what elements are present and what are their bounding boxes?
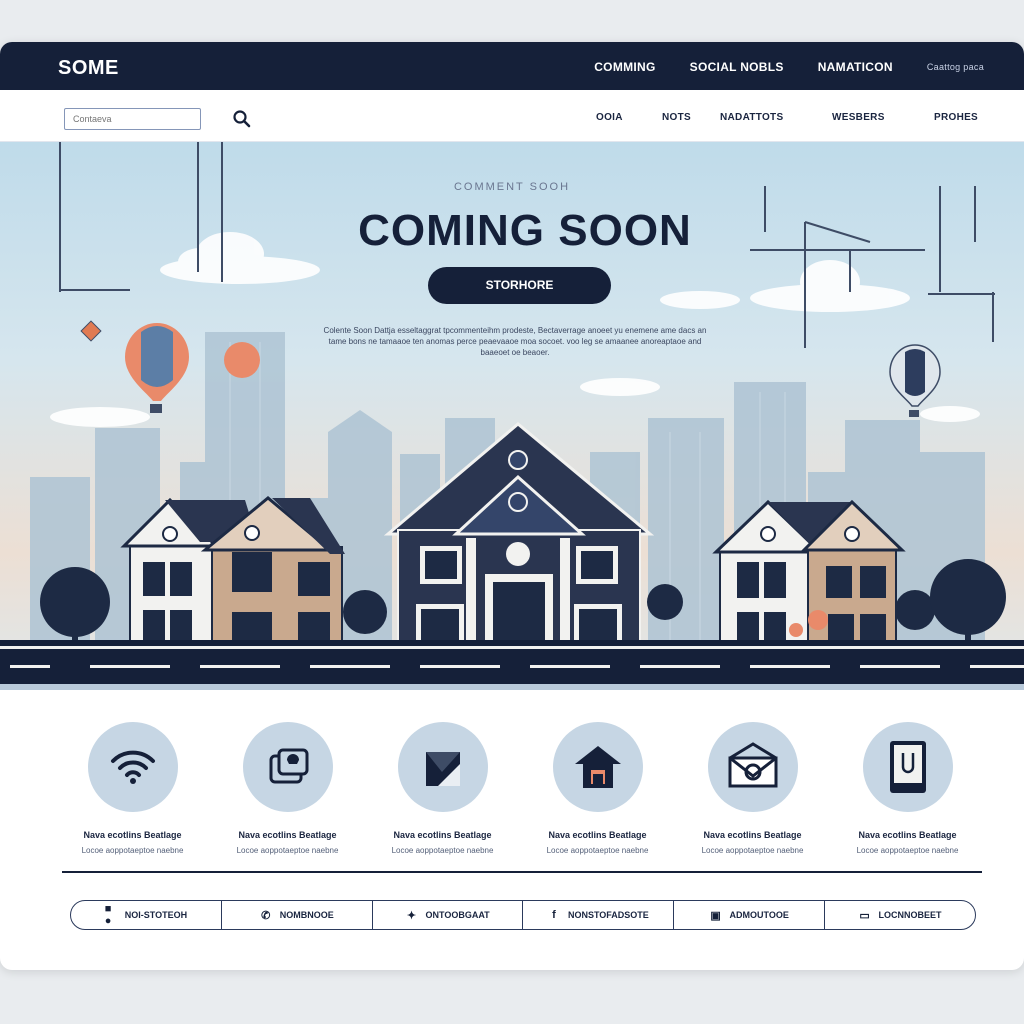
feature-text: Locoe aoppotaeptoe naebne <box>81 846 184 855</box>
facebook-icon: f <box>552 909 556 921</box>
instagram-icon: ▣ <box>710 909 721 922</box>
subnav-link-1[interactable]: OOIA <box>596 112 662 123</box>
feature-title: Nava ecotlins Beatlage <box>83 830 182 840</box>
chat-bubble-icon <box>269 748 308 784</box>
hot-air-balloon-left <box>125 323 189 413</box>
crane-load <box>80 320 102 342</box>
feature-title: Nava ecotlins Beatlage <box>858 830 957 840</box>
wifi-icon <box>110 750 155 784</box>
envelope-icon <box>728 742 777 788</box>
contact-label: NONSTOFADSOTE <box>567 910 649 920</box>
feature-text: Locoe aoppotaeptoe naebne <box>236 846 339 855</box>
subnav-link-3[interactable]: NADATTOTS <box>720 112 832 123</box>
feature-card: Nava ecotlins Beatlage Locoe aoppotaepto… <box>525 722 670 862</box>
feature-title: Nava ecotlins Beatlage <box>238 830 337 840</box>
contact-label: NOI-STOTEOH <box>124 910 188 920</box>
nav-link-coming[interactable]: COMMING <box>594 60 655 74</box>
info-icon: ■ ● <box>104 903 112 927</box>
contact-item-instagram[interactable]: ▣ ADMOUTOOE <box>674 901 826 929</box>
sub-nav: OOIA NOTS NADATTOTS WESBERS PROHES <box>596 112 978 123</box>
contact-bar: ■ ● NOI-STOTEOH ✆ NOMBNOOE ✦ ONTOOBGAAT … <box>70 900 976 930</box>
contact-item-phone[interactable]: ✆ NOMBNOOE <box>222 901 373 929</box>
contact-label: NOMBNOOE <box>279 910 334 920</box>
feature-text: Locoe aoppotaeptoe naebne <box>391 846 494 855</box>
search-icon[interactable] <box>232 109 252 129</box>
feature-card: Nava ecotlins Beatlage Locoe aoppotaepto… <box>215 722 360 862</box>
contact-item-location[interactable]: ▭ LOCNNOBEET <box>825 901 975 929</box>
features-row: Nava ecotlins Beatlage Locoe aoppotaepto… <box>60 722 980 862</box>
section-divider <box>62 871 982 873</box>
feature-card: Nava ecotlins Beatlage Locoe aoppotaepto… <box>60 722 205 862</box>
contact-label: ONTOOBGAAT <box>425 910 490 920</box>
subnav-link-4[interactable]: WESBERS <box>832 112 934 123</box>
hero-section: COMMENT SOOH COMING SOON STORHORE Colent… <box>0 142 1024 690</box>
home-icon <box>574 746 621 788</box>
contact-item-facebook[interactable]: f NONSTOFADSOTE <box>523 901 675 929</box>
top-nav: COMMING SOCIAL NOBLS NAMATICON Caattog p… <box>594 60 984 74</box>
subnav-link-2[interactable]: NOTS <box>662 112 720 123</box>
feature-icon-button[interactable] <box>397 722 488 812</box>
road <box>0 640 1024 690</box>
hero-eyebrow: COMMENT SOOH <box>453 181 571 193</box>
top-navbar: SOME COMMING SOCIAL NOBLS NAMATICON Caat… <box>0 42 1024 90</box>
nav-link-namaticon[interactable]: NAMATICON <box>818 60 893 74</box>
feature-card: Nava ecotlins Beatlage Locoe aoppotaepto… <box>370 722 515 862</box>
feature-card: Nava ecotlins Beatlage Locoe aoppotaepto… <box>835 722 980 862</box>
nav-link-small[interactable]: Caattog paca <box>927 62 984 72</box>
nav-link-social[interactable]: SOCIAL NOBLS <box>690 60 784 74</box>
house-right <box>712 499 906 657</box>
feature-icon-button[interactable] <box>552 722 643 812</box>
road-markings <box>0 646 1024 690</box>
search-input[interactable] <box>64 108 201 130</box>
house-left <box>120 496 345 658</box>
feature-text: Locoe aoppotaeptoe naebne <box>546 846 649 855</box>
subnav-link-5[interactable]: PROHES <box>934 112 978 123</box>
feature-title: Nava ecotlins Beatlage <box>393 830 492 840</box>
feature-icon-button[interactable] <box>707 722 798 812</box>
feature-text: Locoe aoppotaeptoe naebne <box>701 846 804 855</box>
feature-title: Nava ecotlins Beatlage <box>548 830 647 840</box>
hero-description: Colente Soon Dattja esseltaggrat tpcomme… <box>323 326 707 357</box>
hot-air-balloon-right <box>889 344 941 417</box>
contact-label: ADMOUTOOE <box>729 910 789 920</box>
site-logo[interactable]: SOME <box>58 57 119 80</box>
feature-title: Nava ecotlins Beatlage <box>703 830 802 840</box>
contact-item-twitter[interactable]: ✦ ONTOOBGAAT <box>373 901 524 929</box>
feature-icon-button[interactable] <box>87 722 178 812</box>
twitter-icon: ✦ <box>406 909 417 922</box>
contact-label: LOCNNOBEET <box>878 910 942 920</box>
feature-icon-button[interactable] <box>242 722 333 812</box>
location-icon: ▭ <box>859 909 870 922</box>
package-icon <box>425 752 460 786</box>
feature-icon-button[interactable] <box>862 722 953 812</box>
device-icon <box>889 741 926 793</box>
page-frame: SOME COMMING SOCIAL NOBLS NAMATICON Caat… <box>0 42 1024 970</box>
balloon-orb <box>224 342 260 378</box>
feature-card: Nava ecotlins Beatlage Locoe aoppotaepto… <box>680 722 825 862</box>
hero-title: COMING SOON <box>358 206 692 255</box>
hero-cta-button[interactable]: STORHORE <box>428 267 611 304</box>
phone-icon: ✆ <box>261 909 271 922</box>
feature-text: Locoe aoppotaeptoe naebne <box>856 846 959 855</box>
contact-item-info[interactable]: ■ ● NOI-STOTEOH <box>71 901 222 929</box>
secondary-navbar: OOIA NOTS NADATTOTS WESBERS PROHES <box>0 90 1024 142</box>
